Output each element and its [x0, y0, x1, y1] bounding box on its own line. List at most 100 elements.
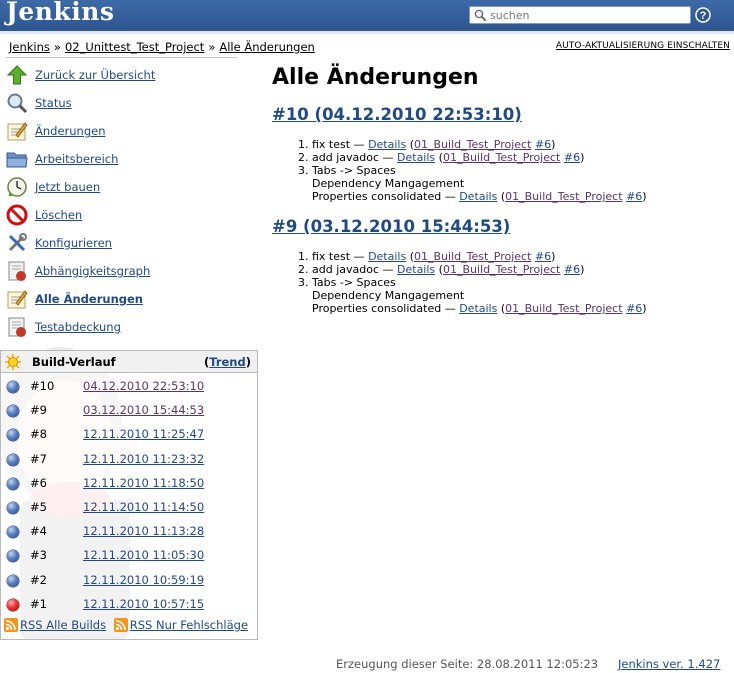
auto-refresh-link[interactable]: AUTO-AKTUALISIERUNG EINSCHALTEN: [556, 41, 730, 51]
task-label[interactable]: Testabdeckung: [35, 320, 121, 334]
build-number: #8: [30, 427, 47, 442]
build-date-link[interactable]: 12.11.2010 11:23:32: [83, 452, 204, 466]
help-icon[interactable]: ?: [695, 7, 711, 26]
build-number: #9: [30, 403, 47, 418]
page-generated-text: Erzeugung dieser Seite: 28.08.2011 12:05…: [336, 657, 599, 671]
trend-link[interactable]: Trend: [209, 355, 245, 369]
build-date-link[interactable]: 12.11.2010 10:57:15: [83, 597, 204, 611]
task-delete[interactable]: Löschen: [0, 200, 258, 228]
success-status-icon: [7, 526, 19, 539]
breadcrumb-project[interactable]: 02_Unittest_Test_Project: [65, 40, 204, 54]
upstream-project-link[interactable]: 01_Build_Test_Project: [505, 302, 622, 315]
build-heading-link[interactable]: #9 (03.12.2010 15:44:53): [272, 217, 510, 236]
details-link[interactable]: Details: [368, 138, 406, 151]
commit-message-line: Properties consolidated: [312, 190, 442, 203]
upstream-project-link[interactable]: 01_Build_Test_Project: [443, 151, 560, 164]
build-date-link[interactable]: 03.12.2010 15:44:53: [83, 403, 204, 417]
build-history-header: Build-Verlauf (Trend): [1, 351, 257, 373]
task-label[interactable]: Löschen: [35, 208, 82, 222]
task-test-coverage[interactable]: Testabdeckung: [0, 312, 258, 340]
task-label[interactable]: Arbeitsbereich: [35, 152, 118, 166]
build-date-link[interactable]: 12.11.2010 11:18:50: [83, 476, 204, 490]
search-box[interactable]: [469, 6, 691, 24]
trend-wrapper: (Trend): [203, 355, 251, 369]
task-status[interactable]: Status: [0, 88, 258, 116]
upstream-build-link[interactable]: #6: [626, 302, 642, 315]
task-label[interactable]: Konfigurieren: [35, 236, 112, 250]
build-row: #10 04.12.2010 22:53:10: [1, 373, 257, 397]
task-label[interactable]: Abhängigkeitsgraph: [35, 264, 150, 278]
rss-feed-icon: [113, 618, 128, 635]
task-label[interactable]: Alle Änderungen: [35, 292, 143, 306]
build-row: #5 12.11.2010 11:14:50: [1, 494, 257, 518]
em-dash: —: [382, 263, 394, 276]
details-link[interactable]: Details: [397, 151, 435, 164]
build-row: #2 12.11.2010 10:59:19: [1, 567, 257, 591]
task-label[interactable]: Zurück zur Übersicht: [35, 68, 155, 82]
jenkins-logo[interactable]: Jenkins: [6, 0, 114, 26]
task-back-to-overview[interactable]: Zurück zur Übersicht: [0, 60, 258, 88]
build-date-link[interactable]: 12.11.2010 11:25:47: [83, 427, 204, 441]
upstream-build-link[interactable]: #6: [626, 190, 642, 203]
details-link[interactable]: Details: [397, 263, 435, 276]
details-link[interactable]: Details: [368, 250, 406, 263]
task-workspace[interactable]: Arbeitsbereich: [0, 144, 258, 172]
build-number: #1: [30, 596, 47, 611]
change-item: Tabs -> SpacesDependency MangagementProp…: [312, 276, 647, 315]
build-date-link[interactable]: 12.11.2010 11:05:30: [83, 548, 204, 562]
search-icon: [474, 9, 487, 25]
upstream-build-link[interactable]: #6: [535, 250, 551, 263]
folder-icon: [6, 148, 28, 170]
build-date-link[interactable]: 12.11.2010 11:13:28: [83, 524, 204, 538]
jenkins-version-link[interactable]: Jenkins ver. 1.427: [618, 657, 720, 671]
search-input[interactable]: [490, 8, 686, 22]
em-dash: —: [444, 302, 456, 315]
breadcrumb-jenkins[interactable]: Jenkins: [9, 40, 50, 54]
graph-icon: [6, 260, 28, 282]
details-link[interactable]: Details: [459, 190, 497, 203]
upstream-build-link[interactable]: #6: [535, 138, 551, 151]
rss-all-builds-link[interactable]: RSS Alle Builds: [20, 618, 106, 632]
breadcrumb-bar: Jenkins» 02_Unittest_Test_Project» Alle Än…: [0, 31, 734, 57]
report-icon: [6, 316, 28, 338]
build-row: #6 12.11.2010 11:18:50: [1, 470, 257, 494]
upstream-project-link[interactable]: 01_Build_Test_Project: [414, 250, 531, 263]
commit-message-line: add javadoc: [312, 263, 380, 276]
build-number: #5: [30, 499, 47, 514]
task-label[interactable]: Status: [35, 96, 72, 110]
build-date-link[interactable]: 12.11.2010 11:14:50: [83, 500, 204, 514]
upstream-project-link[interactable]: 01_Build_Test_Project: [505, 190, 622, 203]
breadcrumb-all-changes[interactable]: Alle Änderungen: [219, 40, 315, 54]
build-heading: #9 (03.12.2010 15:44:53): [272, 217, 510, 236]
task-changes[interactable]: Änderungen: [0, 116, 258, 144]
build-date-link[interactable]: 04.12.2010 22:53:10: [83, 379, 204, 393]
header-bar: Jenkins ?: [0, 0, 734, 31]
change-list: fix test — Details (01_Build_Test_Projec…: [272, 250, 647, 315]
build-heading: #10 (04.12.2010 22:53:10): [272, 105, 522, 124]
task-configure[interactable]: Konfigurieren: [0, 228, 258, 256]
build-date-link[interactable]: 12.11.2010 10:59:19: [83, 573, 204, 587]
task-all-changes[interactable]: Alle Änderungen: [0, 284, 258, 312]
change-item: add javadoc — Details (01_Build_Test_Pro…: [312, 263, 647, 276]
upstream-project-link[interactable]: 01_Build_Test_Project: [414, 138, 531, 151]
commit-message-line: Properties consolidated: [312, 302, 442, 315]
failed-status-icon: [7, 598, 19, 611]
breadcrumb-separator: »: [208, 40, 216, 54]
main-panel: Alle Änderungen #10 (04.12.2010 22:53:10…: [272, 60, 722, 315]
commit-message-line: add javadoc: [312, 151, 380, 164]
success-status-icon: [7, 501, 19, 514]
task-dependency-graph[interactable]: Abhängigkeitsgraph: [0, 256, 258, 284]
breadcrumb: Jenkins» 02_Unittest_Test_Project» Alle Än…: [9, 40, 315, 54]
build-row: #8 12.11.2010 11:25:47: [1, 421, 257, 445]
upstream-project-link[interactable]: 01_Build_Test_Project: [443, 263, 560, 276]
build-heading-link[interactable]: #10 (04.12.2010 22:53:10): [272, 105, 522, 124]
upstream-build-link[interactable]: #6: [564, 151, 580, 164]
task-build-now[interactable]: Jetzt bauen: [0, 172, 258, 200]
task-label[interactable]: Änderungen: [35, 124, 106, 138]
em-dash: —: [382, 151, 394, 164]
rss-failed-builds-link[interactable]: RSS Nur Fehlschläge: [130, 618, 248, 632]
clock-build-icon: [6, 176, 28, 198]
upstream-build-link[interactable]: #6: [564, 263, 580, 276]
details-link[interactable]: Details: [459, 302, 497, 315]
task-label[interactable]: Jetzt bauen: [35, 180, 100, 194]
